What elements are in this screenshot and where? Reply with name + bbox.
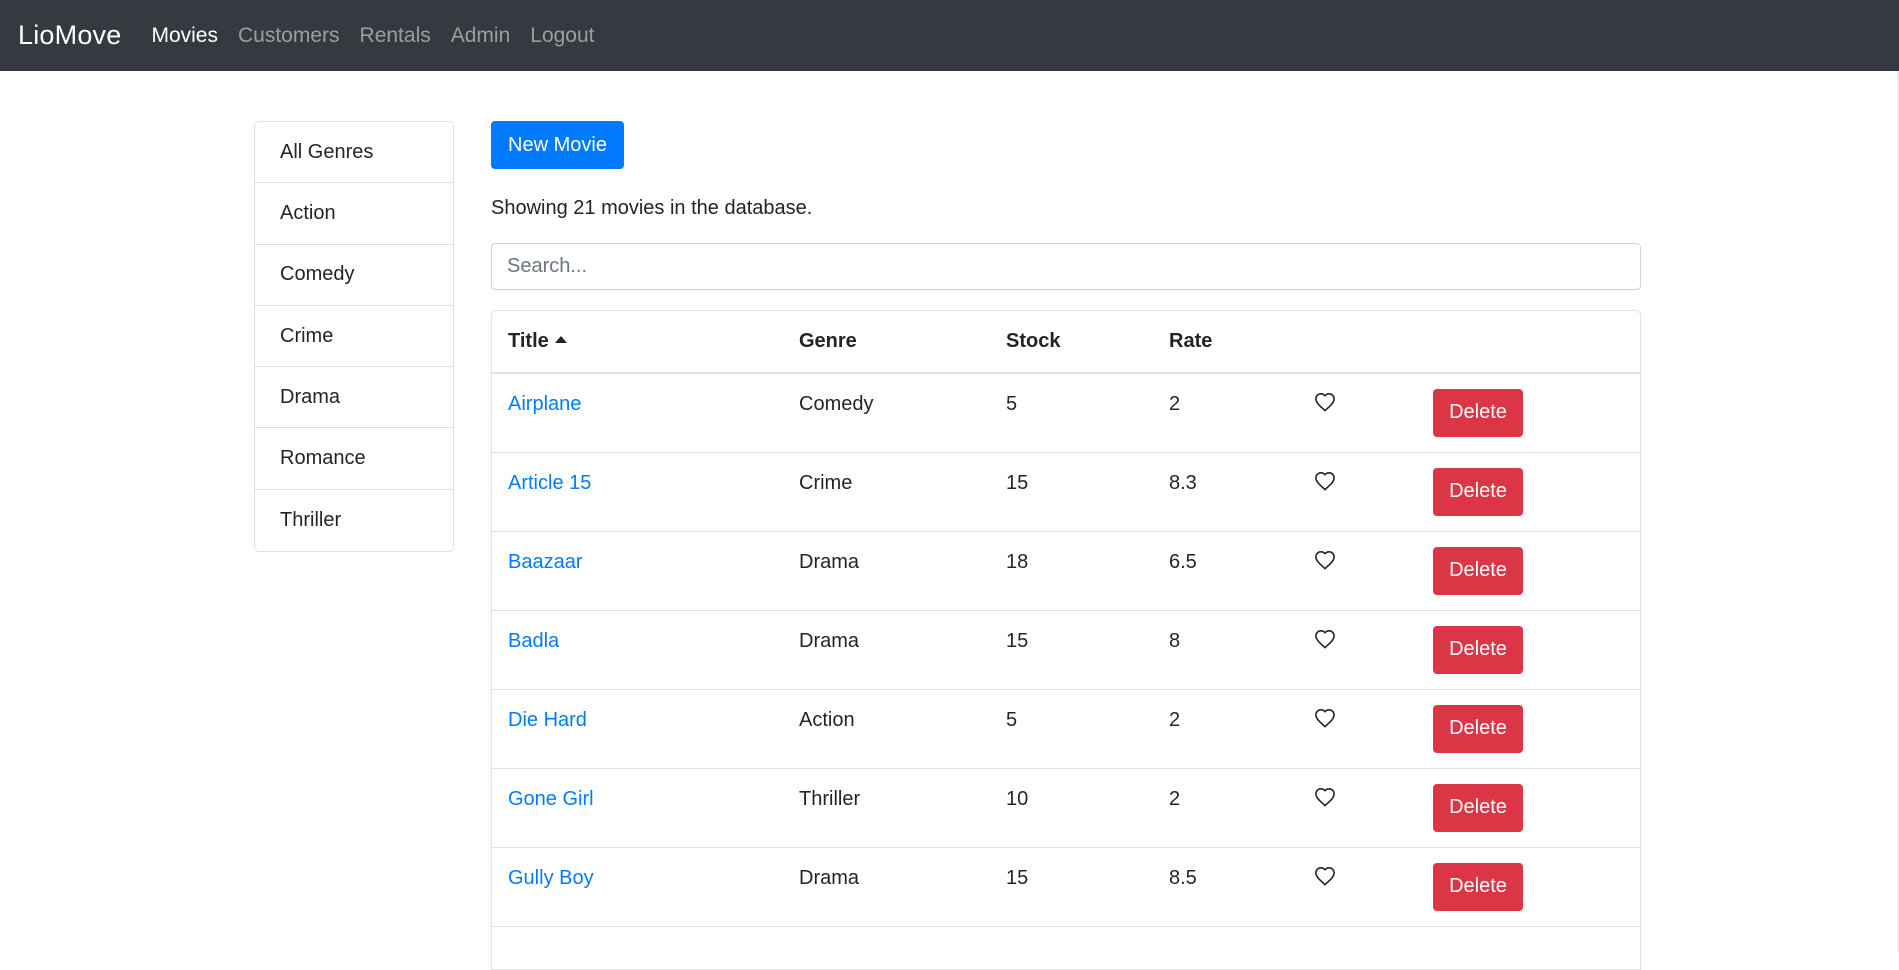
heart-outline-icon[interactable] (1314, 550, 1336, 576)
column-header-like (1298, 311, 1417, 374)
delete-button[interactable]: Delete (1433, 467, 1523, 516)
heart-outline-icon[interactable] (1314, 392, 1336, 418)
genre-item-thriller[interactable]: Thriller (255, 489, 453, 552)
movie-genre: Thriller (799, 788, 861, 810)
movie-genre: Drama (799, 867, 860, 889)
search-input[interactable] (491, 243, 1641, 290)
delete-button[interactable]: Delete (1433, 704, 1523, 753)
nav-link-logout[interactable]: Logout (530, 24, 594, 48)
genre-item-drama[interactable]: Drama (255, 367, 453, 429)
movie-title-link[interactable]: Article 15 (508, 472, 591, 494)
movie-rate: 2 (1169, 709, 1181, 731)
movie-genre: Comedy (799, 393, 874, 416)
column-header-stock[interactable]: Stock (990, 311, 1153, 374)
movie-genre: Crime (799, 472, 853, 494)
table-row: Badla Drama 15 8 Delete (492, 610, 1640, 690)
new-movie-button[interactable]: New Movie (491, 121, 624, 169)
delete-button[interactable]: Delete (1433, 862, 1523, 911)
sort-asc-icon (554, 336, 567, 343)
genre-list: All Genres Action Comedy Crime Drama Rom… (254, 121, 454, 553)
movie-rate: 8.5 (1169, 867, 1197, 889)
delete-button[interactable]: Delete (1433, 625, 1523, 674)
table-row: Article 15 Crime 15 8.3 Delete (492, 452, 1640, 532)
genre-item-crime[interactable]: Crime (255, 305, 453, 368)
movie-title-link[interactable]: Baazaar (508, 551, 583, 573)
movie-title-link[interactable]: Die Hard (508, 709, 587, 731)
movie-stock: 15 (1006, 867, 1029, 889)
movie-rate: 2 (1169, 788, 1181, 810)
movie-stock: 5 (1006, 709, 1018, 731)
heart-outline-icon[interactable] (1314, 629, 1336, 655)
table-row: Gone Girl Thriller 10 2 Delete (492, 768, 1640, 848)
movie-genre: Drama (799, 551, 860, 573)
delete-button[interactable]: Delete (1433, 546, 1523, 595)
column-header-genre[interactable]: Genre (783, 311, 990, 374)
movie-count-text: Showing 21 movies in the database. (491, 197, 813, 219)
movie-stock: 15 (1006, 472, 1029, 494)
delete-button[interactable]: Delete (1433, 388, 1523, 437)
nav-link-rentals[interactable]: Rentals (360, 24, 431, 48)
movie-rate: 6.5 (1169, 551, 1197, 573)
movie-stock: 18 (1006, 551, 1029, 573)
brand-logo[interactable]: LioMove (18, 20, 121, 51)
table-row: Baazaar Drama 18 6.5 Delete (492, 531, 1640, 611)
heart-outline-icon[interactable] (1314, 471, 1336, 497)
movie-rate: 2 (1169, 393, 1181, 416)
movie-stock: 10 (1006, 788, 1029, 810)
table-row: Gully Boy Drama 15 8.5 Delete (492, 847, 1640, 927)
table-header-row: Title Genre Stock Rate (492, 311, 1640, 374)
nav-link-customers[interactable]: Customers (238, 24, 340, 48)
movie-genre: Action (799, 709, 855, 731)
movie-stock: 5 (1006, 393, 1018, 416)
genre-item-comedy[interactable]: Comedy (255, 244, 453, 306)
heart-outline-icon[interactable] (1314, 866, 1336, 892)
genre-item-all[interactable]: All Genres (255, 122, 453, 184)
movie-rate: 8 (1169, 630, 1181, 652)
table-row: Die Hard Action 5 2 Delete (492, 689, 1640, 769)
column-header-title-label: Title (508, 330, 549, 352)
heart-outline-icon[interactable] (1314, 708, 1336, 734)
genre-item-romance[interactable]: Romance (255, 428, 453, 490)
nav-link-movies[interactable]: Movies (151, 24, 218, 48)
movie-title-link[interactable]: Gone Girl (508, 788, 594, 810)
column-header-rate[interactable]: Rate (1153, 311, 1298, 374)
delete-button[interactable]: Delete (1433, 783, 1523, 832)
table-body: Airplane Comedy 5 2 Delete Article 15 Cr… (492, 373, 1640, 927)
column-header-actions (1417, 311, 1640, 374)
top-navbar: LioMove Movies Customers Rentals Admin L… (0, 0, 1899, 71)
movie-title-link[interactable]: Badla (508, 630, 559, 652)
column-header-title[interactable]: Title (492, 311, 783, 374)
table-row: Airplane Comedy 5 2 Delete (492, 373, 1640, 453)
movie-genre: Drama (799, 630, 860, 652)
movie-rate: 8.3 (1169, 472, 1197, 494)
movie-title-link[interactable]: Gully Boy (508, 867, 594, 889)
movie-stock: 15 (1006, 630, 1029, 652)
movie-title-link[interactable]: Airplane (508, 393, 581, 415)
heart-outline-icon[interactable] (1314, 787, 1336, 813)
movies-table: Title Genre Stock Rate Airplane Comedy 5… (491, 310, 1641, 970)
genre-item-action[interactable]: Action (255, 183, 453, 245)
nav-link-admin[interactable]: Admin (451, 24, 511, 48)
